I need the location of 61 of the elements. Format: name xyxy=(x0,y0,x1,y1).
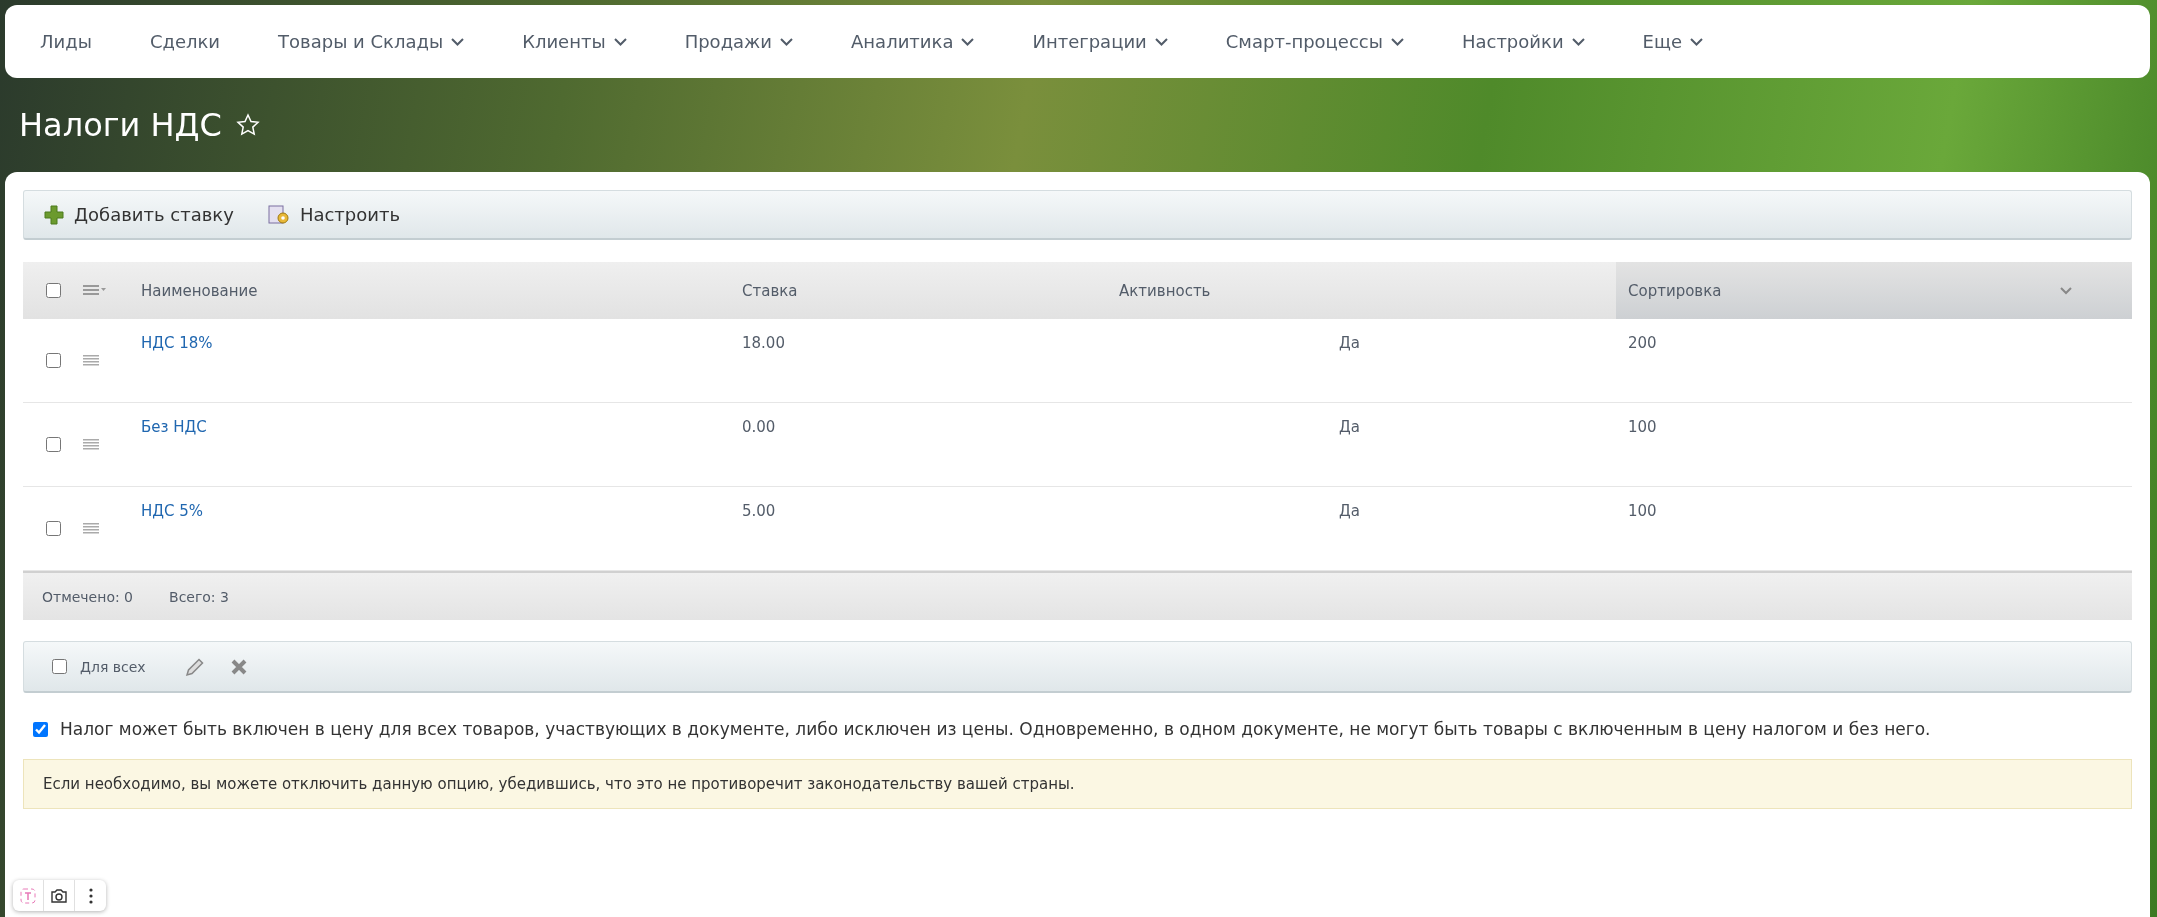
table-cell: 18.00 xyxy=(742,334,785,352)
footer-count: Всего: 3 xyxy=(169,588,229,605)
footer-count: Отмечено: 0 xyxy=(42,588,134,605)
chevron-down-icon xyxy=(1571,37,1585,46)
table-cell: 200 xyxy=(1628,334,1657,352)
table-cell: 100 xyxy=(1628,502,1657,520)
nav-menu-item[interactable]: Клиенты xyxy=(507,31,642,52)
tax-name-link[interactable]: НДС 5% xyxy=(141,502,204,520)
nav-menu-item[interactable]: Еще xyxy=(1627,31,1718,52)
table-cell: 5.00 xyxy=(742,502,776,520)
chevron-down-icon xyxy=(1154,37,1168,46)
table-cell: Да xyxy=(1339,502,1360,520)
chevron-down-icon xyxy=(613,37,627,46)
camera-icon xyxy=(50,887,68,904)
toolbar-button[interactable]: Настроить xyxy=(267,204,401,225)
nav-menu-item[interactable]: Настройки xyxy=(1446,31,1600,52)
nav-menu-item[interactable]: Лиды xyxy=(25,31,107,52)
option-label: Налог может быть включен в цену для всех товаров, участвующих в документе, либо исключен из цены. Одновременно, в одном документе, не могут быть товары с включенным в цену налогом и без него. xyxy=(60,719,1931,739)
nav-menu-item[interactable]: Сделки xyxy=(134,31,236,52)
nav-menu-item[interactable]: Смарт-процессы xyxy=(1210,31,1419,52)
column-header[interactable]: Активность xyxy=(1119,262,1616,319)
row-checkbox[interactable] xyxy=(45,353,61,368)
chevron-down-icon xyxy=(780,37,794,46)
text-frame-icon xyxy=(19,886,37,905)
option-checkbox[interactable] xyxy=(33,721,48,737)
table-cell: 0.00 xyxy=(742,418,776,436)
column-header[interactable]: Наименование xyxy=(141,262,742,319)
for-all-checkbox[interactable] xyxy=(52,659,67,674)
tax-name-link[interactable]: НДС 18% xyxy=(141,334,213,352)
table-cell: 100 xyxy=(1628,418,1657,436)
table-cell: Да xyxy=(1339,334,1360,352)
checkbox-label: Для всех xyxy=(80,658,146,675)
chevron-down-icon xyxy=(1690,37,1703,46)
nav-menu-item[interactable]: Аналитика xyxy=(836,31,990,52)
row-menu-icon[interactable] xyxy=(83,522,99,535)
column-menu-icon[interactable] xyxy=(83,284,107,297)
chevron-down-icon xyxy=(1390,37,1404,46)
delete-button[interactable] xyxy=(229,657,248,676)
sort-chevron-icon xyxy=(2060,286,2072,295)
page-title: Налоги НДС xyxy=(19,106,222,144)
select-all-checkbox[interactable] xyxy=(45,283,61,298)
chevron-down-icon xyxy=(451,37,465,46)
chevron-down-icon xyxy=(961,37,975,46)
column-header[interactable]: Ставка xyxy=(742,262,1119,319)
plus-icon xyxy=(44,204,64,225)
more-icon xyxy=(88,887,93,904)
star-icon[interactable] xyxy=(235,113,260,137)
row-checkbox[interactable] xyxy=(45,521,61,536)
note-message: Если необходимо, вы можете отключить данную опцию, убедившись, что это не противоречит законодательству вашей страны. xyxy=(23,759,2132,809)
row-checkbox[interactable] xyxy=(45,437,61,452)
row-menu-icon[interactable] xyxy=(83,354,99,367)
toolbar-button[interactable]: Добавить ставку xyxy=(44,204,234,225)
nav-menu-item[interactable]: Интеграции xyxy=(1017,31,1183,52)
nav-menu-item[interactable]: Продажи xyxy=(669,31,809,52)
cross-icon xyxy=(229,657,248,676)
tax-name-link[interactable]: Без НДС xyxy=(141,418,207,436)
row-menu-icon[interactable] xyxy=(83,438,99,451)
settings-icon xyxy=(267,204,290,225)
column-header[interactable]: Сортировка xyxy=(1616,262,2132,319)
table-cell: Да xyxy=(1339,418,1360,436)
nav-menu-item[interactable]: Товары и Склады xyxy=(263,31,480,52)
